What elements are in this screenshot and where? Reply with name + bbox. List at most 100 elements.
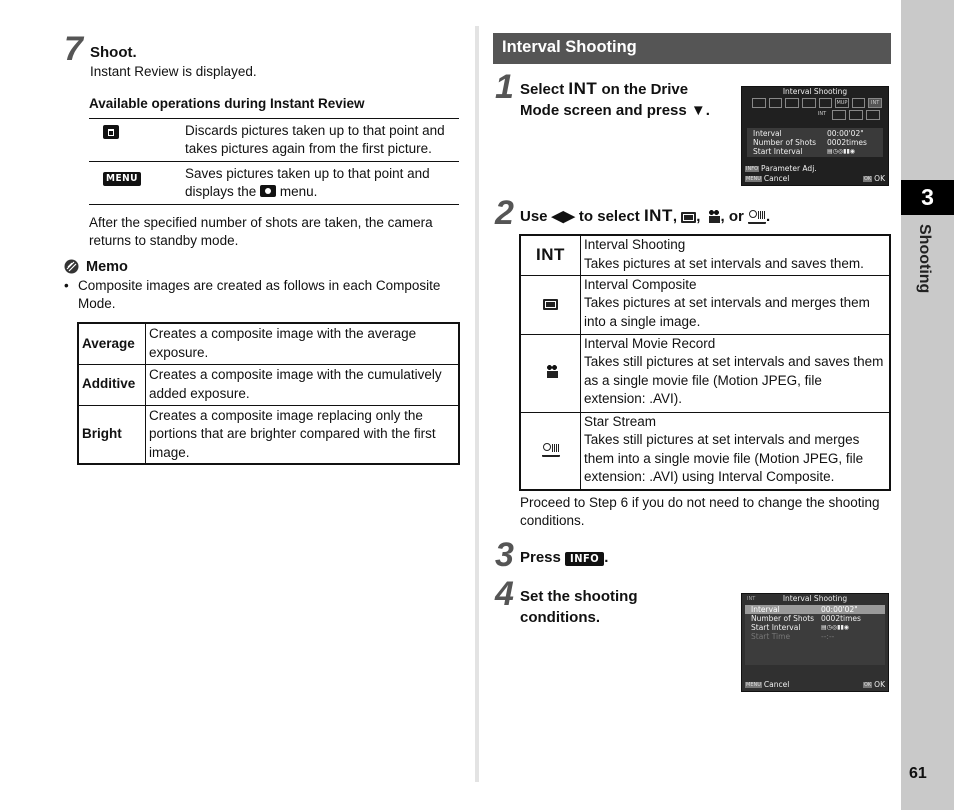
interval-icon: INT bbox=[868, 98, 882, 108]
chapter-label: Shooting bbox=[916, 224, 933, 294]
parameter-adj-label: Parameter Adj. bbox=[761, 164, 817, 173]
table-row: Discards pictures taken up to that point… bbox=[89, 119, 459, 162]
cancel-label: Cancel bbox=[763, 174, 790, 183]
table-row: Interval Movie Record Takes still pictur… bbox=[519, 333, 891, 413]
memo-title: Memo bbox=[86, 259, 128, 275]
setting-row: Interval 00:00'02" bbox=[753, 129, 864, 138]
ok-label: OK bbox=[874, 174, 885, 183]
setting-row: Start Interval ▤◷◎▮▮◉ bbox=[753, 147, 855, 156]
table-row: Star Stream Takes still pictures at set … bbox=[519, 411, 891, 491]
bullet-dot: • bbox=[64, 278, 69, 293]
ok-tag: OK bbox=[862, 176, 873, 182]
table-row: MENU Saves pictures taken up to that poi… bbox=[89, 162, 459, 205]
mode-name: Interval Movie Record bbox=[584, 335, 716, 351]
interval-composite-icon bbox=[681, 211, 697, 223]
step-3-title: Press INFO. bbox=[520, 549, 609, 566]
ok-label: OK bbox=[874, 680, 885, 689]
table-row: Average Creates a composite image with t… bbox=[77, 322, 460, 365]
setting-row[interactable]: Number of Shots 0002times bbox=[745, 614, 885, 623]
interval-composite-icon bbox=[832, 110, 846, 120]
mode-name: Bright bbox=[77, 404, 146, 465]
interval-sub-icons: INT bbox=[742, 108, 888, 120]
setting-row[interactable]: Start Interval ▤◷◎▮▮◉ bbox=[745, 623, 885, 632]
operations-table: Discards pictures taken up to that point… bbox=[89, 118, 459, 205]
setting-row-disabled: Start Time --:-- bbox=[751, 632, 835, 641]
mode-name: Interval Composite bbox=[584, 276, 697, 292]
camera-screen-drive-mode: Interval Shooting MUP INT INT Interval 00… bbox=[741, 86, 889, 186]
int-icon: INT bbox=[568, 79, 598, 98]
multi-exposure-icon bbox=[851, 98, 866, 108]
composite-mode-table: Average Creates a composite image with t… bbox=[77, 322, 460, 465]
step-7-text: Instant Review is displayed. bbox=[90, 64, 257, 79]
mup-icon: MUP bbox=[835, 98, 849, 108]
operations-heading: Available operations during Instant Revi… bbox=[89, 96, 365, 111]
section-title: Interval Shooting bbox=[493, 33, 891, 64]
step-7-title: Shoot. bbox=[90, 44, 137, 61]
star-stream-icon bbox=[541, 443, 560, 458]
mode-description: Takes pictures at set intervals and merg… bbox=[584, 295, 870, 329]
remote-icon bbox=[801, 98, 816, 108]
memo-bullet-text: Composite images are created as follows … bbox=[78, 278, 441, 311]
step-1-number: 1 bbox=[495, 68, 514, 106]
menu-tag: MENU bbox=[745, 176, 762, 182]
setting-row-selected[interactable]: Interval 00:00'02" bbox=[745, 605, 885, 614]
screen-title: Interval Shooting bbox=[782, 87, 848, 96]
cancel-label: Cancel bbox=[763, 680, 790, 689]
interval-composite-icon bbox=[543, 298, 558, 310]
table-row: Additive Creates a composite image with … bbox=[77, 363, 460, 406]
bracket-icon bbox=[818, 98, 833, 108]
mode-name: Additive bbox=[77, 363, 146, 406]
step-4-title: Set the shooting conditions. bbox=[520, 588, 638, 626]
camera-screen-interval-settings: INT Interval Shooting Interval 00:00'02" … bbox=[741, 593, 889, 692]
interval-movie-icon bbox=[543, 365, 559, 380]
table-row: Bright Creates a composite image replaci… bbox=[77, 404, 460, 465]
mode-description: Creates a composite image replacing only… bbox=[145, 404, 460, 465]
chapter-sidebar bbox=[901, 0, 954, 810]
step-3-number: 3 bbox=[495, 536, 514, 574]
step-7-number: 7 bbox=[64, 30, 83, 68]
interval-movie-icon bbox=[705, 209, 721, 225]
trash-button-icon bbox=[103, 125, 119, 139]
drive-mode-icons: MUP INT bbox=[742, 96, 888, 108]
star-stream-icon bbox=[748, 210, 767, 225]
menu-tag: MENU bbox=[745, 682, 762, 688]
proceed-text: Proceed to Step 6 if you do not need to … bbox=[520, 495, 880, 528]
interval-mode-table: INT Interval Shooting Takes pictures at … bbox=[519, 234, 891, 491]
self-timer-icon bbox=[785, 98, 799, 108]
page-number: 61 bbox=[909, 765, 927, 782]
mode-description: Creates a composite image with the cumul… bbox=[145, 363, 460, 406]
step-2-title: Use ◀▶ to select INT, , , or . bbox=[520, 206, 771, 225]
step-4-number: 4 bbox=[495, 575, 514, 613]
mode-description: Creates a composite image with the avera… bbox=[145, 322, 460, 365]
info-tag: INFO bbox=[745, 166, 760, 172]
ok-tag: OK bbox=[862, 682, 873, 688]
info-button-icon: INFO bbox=[565, 552, 605, 566]
int-icon: INT bbox=[643, 206, 673, 225]
screen-title: Interval Shooting bbox=[782, 594, 848, 603]
step-2-number: 2 bbox=[495, 194, 514, 232]
continuous-icon bbox=[768, 98, 783, 108]
memo-icon bbox=[64, 259, 80, 275]
table-row: Interval Composite Takes pictures at set… bbox=[519, 274, 891, 335]
int-icon: INT bbox=[536, 244, 565, 264]
step-1-title: Select INT on the Drive Mode screen and … bbox=[520, 79, 710, 119]
star-stream-icon bbox=[866, 110, 880, 120]
column-divider bbox=[475, 26, 479, 782]
mode-name: Average bbox=[77, 322, 146, 365]
mode-name: Star Stream bbox=[584, 413, 657, 429]
mode-description: Takes still pictures at set intervals an… bbox=[584, 354, 884, 406]
table-row: INT Interval Shooting Takes pictures at … bbox=[519, 234, 891, 276]
operation-description: Discards pictures taken up to that point… bbox=[185, 123, 445, 156]
mode-description: Takes pictures at set intervals and save… bbox=[584, 255, 864, 271]
chapter-number: 3 bbox=[901, 180, 954, 215]
camera-menu-icon bbox=[260, 185, 277, 197]
menu-button-icon: MENU bbox=[103, 172, 141, 186]
mode-name: Interval Shooting bbox=[584, 237, 686, 252]
setting-row: Number of Shots 0002times bbox=[753, 138, 867, 147]
mode-description: Takes still pictures at set intervals an… bbox=[584, 432, 864, 484]
settings-panel: Interval 00:00'02" Number of Shots 0002tim… bbox=[747, 128, 883, 157]
after-text: After the specified number of shots are … bbox=[89, 215, 433, 248]
single-frame-icon bbox=[752, 98, 766, 108]
interval-shooting-icon: INT bbox=[817, 111, 827, 117]
interval-movie-icon bbox=[849, 110, 863, 120]
